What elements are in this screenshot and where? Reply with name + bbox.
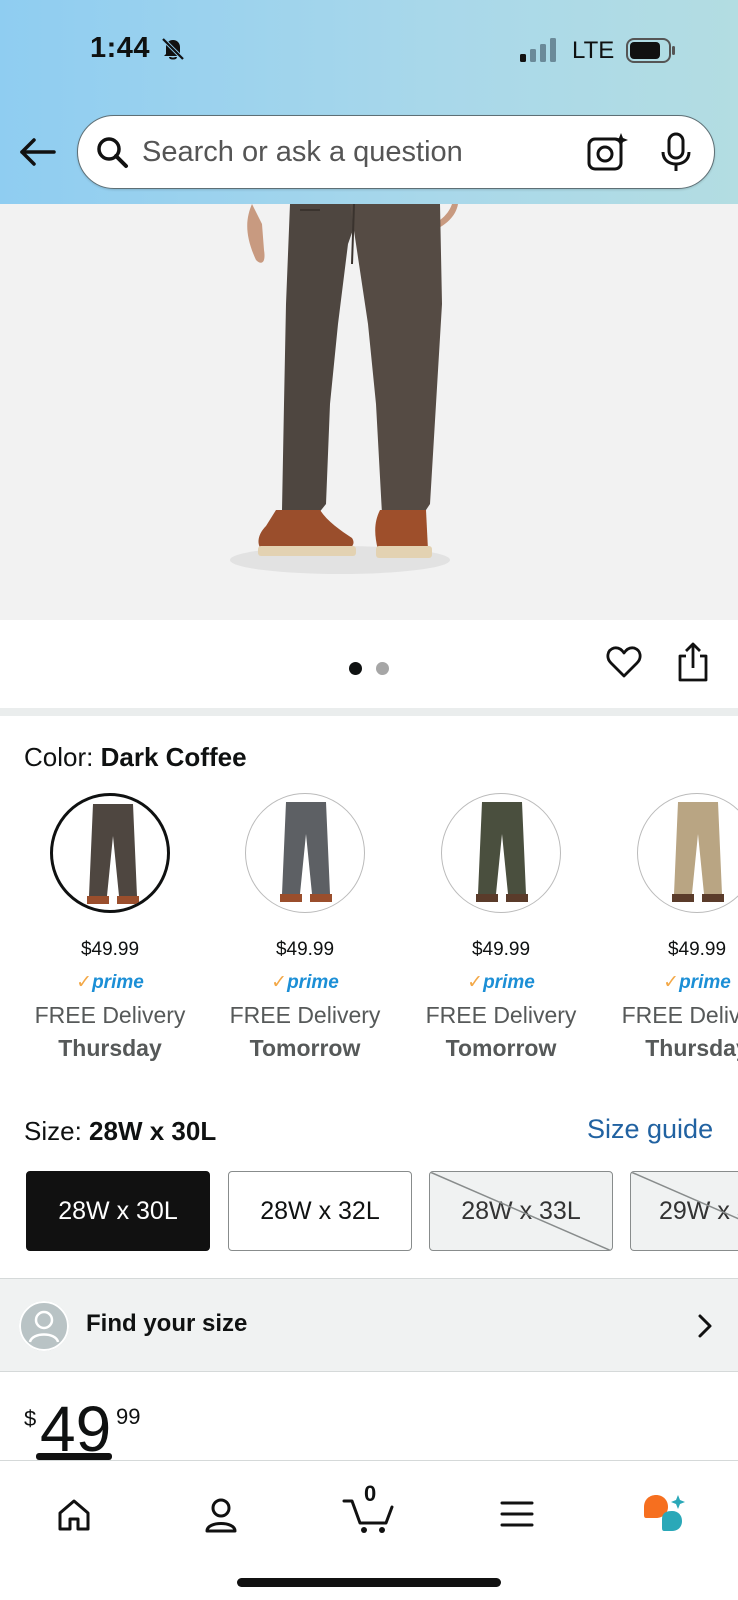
home-indicator (237, 1578, 501, 1587)
section-divider (0, 708, 738, 716)
search-input[interactable]: Search or ask a question (77, 115, 715, 189)
camera-lens-icon[interactable] (586, 131, 628, 173)
size-label: Size: (24, 1116, 82, 1146)
carousel-dot[interactable] (376, 662, 389, 675)
size-option-unavailable[interactable]: 29W x 30L (630, 1171, 738, 1251)
delivery-day: Thursday (645, 1035, 738, 1061)
selected-size: 28W x 30L (89, 1116, 217, 1146)
color-label-row: Color: Dark Coffee (24, 742, 247, 773)
status-time: 1:44 (90, 32, 151, 64)
color-label: Color: (24, 742, 94, 772)
swatch-image (637, 793, 738, 913)
prime-badge: ✓prime (663, 972, 731, 993)
delivery-label: FREE Delivery (34, 1002, 186, 1028)
selected-color-name: Dark Coffee (100, 742, 247, 772)
share-icon[interactable] (676, 642, 710, 682)
rufus-assistant-icon[interactable] (642, 1493, 686, 1533)
swatch-price: $49.99 (667, 939, 727, 960)
prime-badge: ✓prime (271, 972, 339, 993)
account-icon[interactable] (204, 1497, 238, 1533)
swatch-image (245, 793, 365, 913)
size-guide-link[interactable]: Size guide (587, 1114, 713, 1145)
swatch-price: $49.99 (275, 939, 335, 960)
delivery-label: FREE Delivery (229, 1002, 381, 1028)
color-swatch-khaki[interactable]: $49.99 ✓prime FREE Delivery Thursday (599, 793, 738, 1062)
network-label: LTE (572, 37, 615, 64)
microphone-icon[interactable] (656, 131, 696, 173)
price-currency: $ (24, 1406, 37, 1431)
color-swatch-dark-coffee[interactable]: $49.99 ✓prime FREE Delivery Thursday (12, 793, 208, 1062)
prime-badge: ✓prime (467, 972, 535, 993)
find-your-size-row[interactable]: Find your size (0, 1278, 738, 1372)
size-label-row: Size: 28W x 30L (24, 1116, 216, 1147)
back-arrow-icon[interactable] (16, 130, 60, 174)
swatch-image (50, 793, 170, 913)
size-option-unavailable[interactable]: 28W x 33L (429, 1171, 613, 1251)
cart-count: 0 (364, 1481, 377, 1506)
search-placeholder: Search or ask a question (142, 136, 463, 168)
active-tab-indicator (36, 1453, 112, 1460)
person-avatar-icon (19, 1301, 69, 1351)
chevron-right-icon (698, 1314, 712, 1338)
carousel-dot-active[interactable] (349, 662, 362, 675)
battery-icon (626, 38, 675, 63)
color-swatch-moss[interactable]: $49.99 ✓prime FREE Delivery Tomorrow (403, 793, 599, 1062)
delivery-label: FREE Delivery (621, 1002, 738, 1028)
cart-icon[interactable]: 0 (342, 1481, 396, 1535)
delivery-day: Tomorrow (249, 1035, 361, 1061)
swatch-price: $49.99 (80, 939, 140, 960)
prime-badge: ✓prime (76, 972, 144, 993)
app-header: 1:44 LTE Search or ask a question (0, 0, 738, 204)
delivery-day: Tomorrow (445, 1035, 557, 1061)
unavailable-strike (430, 1172, 612, 1250)
signal-icon (520, 38, 556, 62)
heart-icon[interactable] (606, 644, 642, 680)
product-image[interactable] (0, 204, 738, 620)
search-icon (97, 137, 128, 168)
find-your-size-label: Find your size (86, 1310, 248, 1337)
home-icon[interactable] (56, 1497, 92, 1533)
swatch-price: $49.99 (471, 939, 531, 960)
swatch-image (441, 793, 561, 913)
color-swatch-gravel[interactable]: $49.99 ✓prime FREE Delivery Tomorrow (207, 793, 403, 1062)
size-option-selected[interactable]: 28W x 30L (26, 1171, 210, 1251)
delivery-label: FREE Delivery (425, 1002, 577, 1028)
product-photo-pants (230, 204, 458, 574)
unavailable-strike (631, 1172, 738, 1220)
menu-icon[interactable] (500, 1497, 534, 1531)
image-controls (0, 620, 738, 708)
price-fraction: 99 (116, 1404, 141, 1429)
delivery-day: Thursday (58, 1035, 162, 1061)
size-option[interactable]: 28W x 32L (228, 1171, 412, 1251)
bell-slash-icon (161, 37, 185, 61)
